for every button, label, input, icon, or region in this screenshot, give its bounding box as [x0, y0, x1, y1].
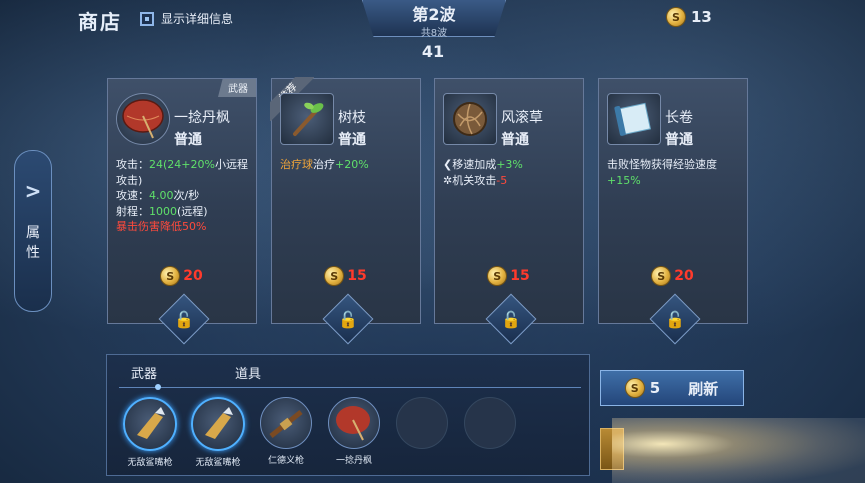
tab-weapons[interactable]: 武器	[117, 363, 171, 382]
shark-gun-icon	[191, 397, 245, 451]
shop-card-3[interactable]: 风滚草 普通 ❮移速加成+3% ✲机关攻击-5 S 15 🔓	[434, 78, 584, 345]
shark-gun-icon	[123, 397, 177, 451]
show-details-label: 显示详细信息	[161, 12, 234, 26]
wave-total: 共8波	[420, 28, 448, 39]
speed-icon: ❮	[443, 158, 453, 171]
umbrella-weapon-icon	[328, 397, 380, 449]
shop-card-4[interactable]: 长卷 普通 击败怪物获得经验速度+15% S 20 🔓	[598, 78, 748, 345]
inventory-slot-2[interactable]: 无敌鲨嘴枪	[191, 397, 245, 468]
gear-icon: ✲	[443, 173, 453, 187]
refresh-cost: 5	[649, 379, 661, 397]
item-rarity: 普通	[174, 132, 202, 148]
coin-icon: S	[325, 267, 344, 285]
refresh-label: 刷新	[688, 379, 719, 398]
inventory-slot-empty-2[interactable]	[463, 397, 517, 449]
gold-counter: S 13	[667, 8, 712, 26]
umbrella-weapon-icon	[116, 93, 170, 145]
inventory-slot-1[interactable]: 无敌鲨嘴枪	[123, 397, 177, 468]
gold-amount: 13	[691, 8, 712, 26]
item-name: 长卷	[665, 110, 693, 126]
shop-title: 商店	[78, 10, 122, 34]
item-description: 攻击：24(24+20%小远程攻击) 攻速：4.00次/秒 射程：1000(远程…	[116, 158, 248, 233]
item-rarity: 普通	[338, 132, 366, 148]
inventory-panel: 武器 道具 无敌鲨嘴枪 无敌鲨嘴枪 仁德义枪 一捻丹枫	[106, 354, 590, 476]
slot-name: 无敌鲨嘴枪	[195, 458, 241, 468]
tab-items[interactable]: 道具	[221, 363, 275, 382]
wave-title: 第2波	[412, 5, 456, 24]
spear-gun-icon	[260, 397, 312, 449]
countdown-timer: 41	[421, 42, 445, 61]
item-price: S 15	[435, 267, 583, 285]
shop-card-1[interactable]: 武器 一捻丹枫 普通 攻击：24(24+20%小远程攻击) 攻速：4.00次/秒…	[107, 78, 257, 345]
item-rarity: 普通	[665, 132, 693, 148]
item-description: 击败怪物获得经验速度+15%	[607, 158, 717, 187]
item-name: 树枝	[338, 110, 366, 126]
show-details-toggle[interactable]: 显示详细信息	[140, 10, 233, 27]
slot-name: 仁德义枪	[267, 456, 304, 466]
active-tab-indicator	[155, 384, 161, 390]
coin-icon: S	[652, 267, 671, 285]
watermark-glow	[612, 418, 865, 483]
item-name: 一捻丹枫	[174, 110, 230, 126]
item-price: S 15	[272, 267, 420, 285]
item-name: 风滚草	[501, 110, 543, 126]
item-rarity: 普通	[501, 132, 529, 148]
tumbleweed-icon	[443, 93, 497, 145]
inventory-slot-empty-1[interactable]	[395, 397, 449, 449]
unlock-icon: 🔓	[174, 309, 194, 329]
wave-indicator: 第2波 共8波	[362, 0, 506, 37]
checkbox[interactable]	[140, 11, 154, 26]
coin-icon: S	[667, 8, 685, 26]
slot-name: 一捻丹枫	[335, 456, 372, 466]
unlock-icon: 🔓	[665, 309, 685, 329]
item-description: ❮移速加成+3% ✲机关攻击-5	[443, 158, 523, 187]
weapon-tag: 武器	[218, 79, 256, 97]
unlock-icon: 🔓	[338, 309, 358, 329]
shop-card-2[interactable]: 推荐 树枝 普通 治疗球治疗+20% S 15 🔓	[270, 77, 421, 345]
coin-icon: S	[161, 267, 180, 285]
item-price: S 20	[599, 267, 747, 285]
scroll-icon	[607, 93, 661, 145]
refresh-button[interactable]: S 5 刷新	[600, 370, 744, 406]
item-description: 治疗球治疗+20%	[280, 158, 369, 171]
slot-name: 无敌鲨嘴枪	[127, 458, 173, 468]
chevron-right-icon: >	[24, 179, 42, 203]
inventory-slot-3[interactable]: 仁德义枪	[259, 397, 313, 466]
attributes-tab[interactable]: > 属性	[14, 150, 52, 312]
item-price: S 20	[108, 267, 256, 285]
tab-divider	[119, 387, 581, 388]
coin-icon: S	[625, 379, 644, 397]
inventory-slot-4[interactable]: 一捻丹枫	[327, 397, 381, 466]
branch-icon	[280, 93, 334, 145]
coin-icon: S	[488, 267, 507, 285]
attributes-label: 属性	[26, 225, 40, 261]
unlock-icon: 🔓	[501, 309, 521, 329]
